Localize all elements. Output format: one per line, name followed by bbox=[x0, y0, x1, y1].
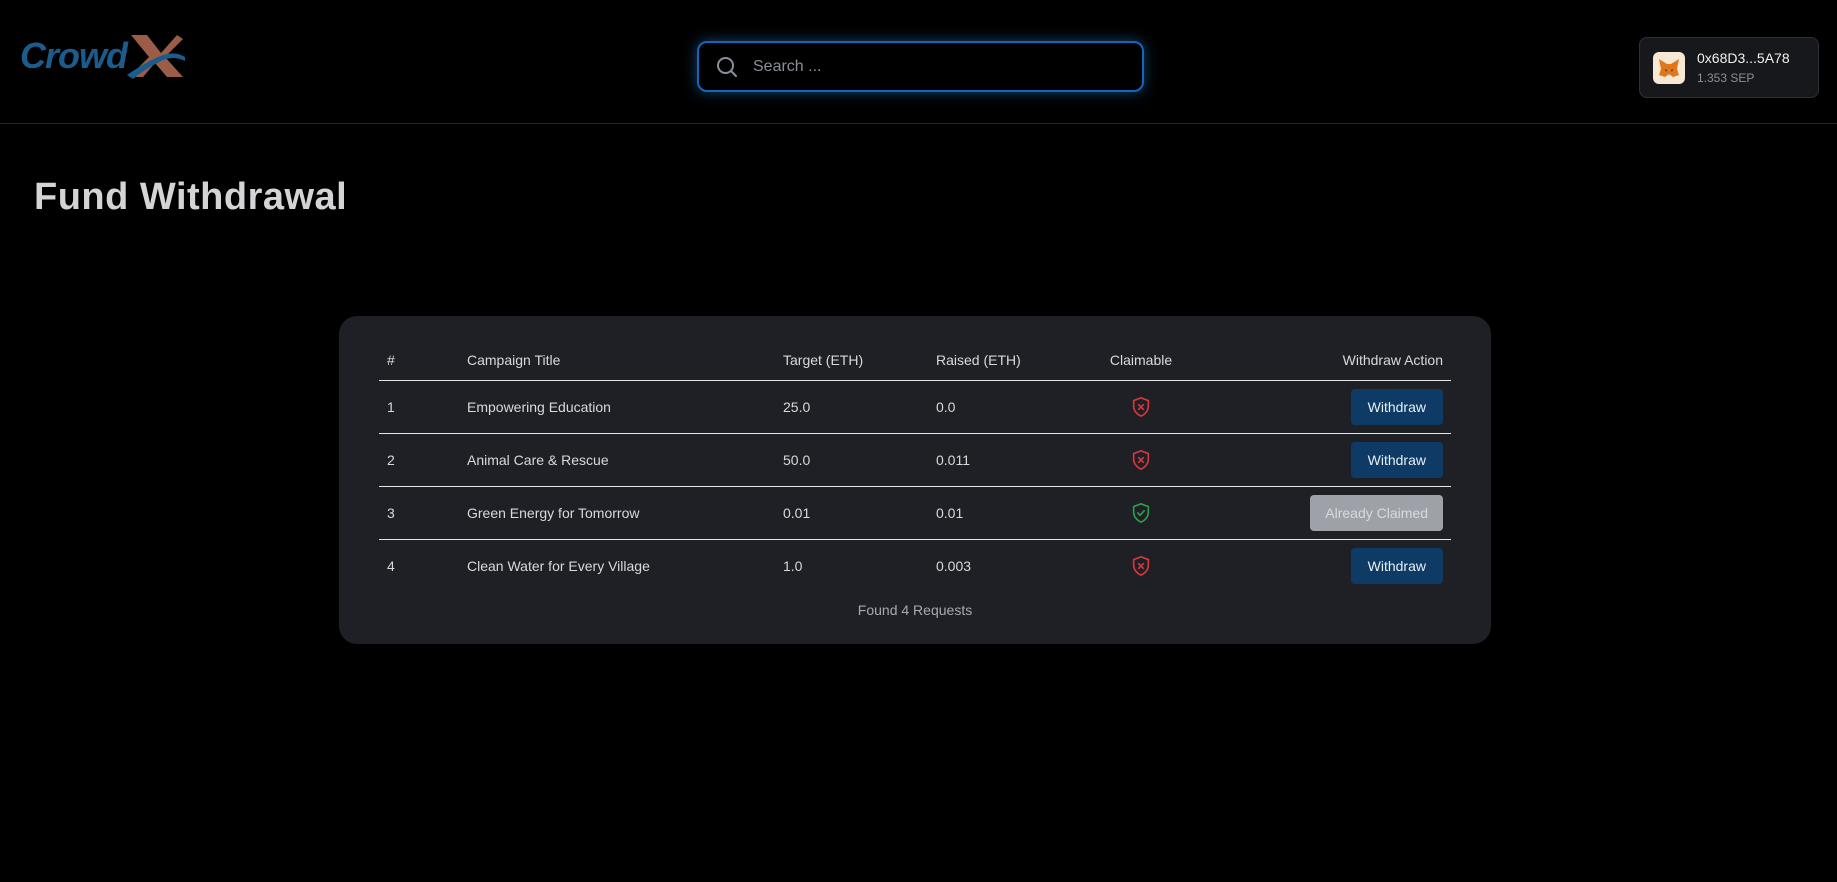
logo-text: Crowd bbox=[20, 35, 128, 76]
claimable-cell bbox=[1081, 380, 1201, 434]
target-value: 50.0 bbox=[775, 433, 928, 487]
wallet-address: 0x68D3...5A78 bbox=[1697, 50, 1790, 66]
action-cell: Already Claimed bbox=[1201, 486, 1451, 540]
row-number: 3 bbox=[379, 486, 459, 540]
wallet-button[interactable]: 0x68D3...5A78 1.353 SEP bbox=[1639, 37, 1819, 98]
row-number: 2 bbox=[379, 433, 459, 487]
campaign-title: Animal Care & Rescue bbox=[459, 433, 775, 487]
column-header-number: # bbox=[379, 340, 459, 381]
wallet-balance: 1.353 SEP bbox=[1697, 71, 1755, 85]
row-number: 1 bbox=[379, 380, 459, 434]
search-icon bbox=[717, 56, 737, 77]
claimable-cell bbox=[1081, 486, 1201, 540]
raised-value: 0.011 bbox=[928, 433, 1081, 487]
shield-x-icon bbox=[1132, 396, 1150, 417]
target-value: 25.0 bbox=[775, 380, 928, 434]
action-cell: Withdraw bbox=[1201, 433, 1451, 487]
raised-value: 0.003 bbox=[936, 557, 972, 574]
metamask-fox-icon bbox=[1653, 51, 1685, 84]
page-title: Fund Withdrawal bbox=[34, 176, 348, 218]
table-row: 2 Animal Care & Rescue 50.0 0.011 Withdr… bbox=[379, 433, 1451, 487]
raised-value: 0.0 bbox=[928, 380, 1081, 434]
table-row: 4 Clean Water for Every Village 1.0 0.00… bbox=[379, 539, 1451, 592]
results-count: Found 4 Requests bbox=[857, 602, 973, 618]
logo-x-mark bbox=[127, 35, 185, 79]
search-input[interactable] bbox=[751, 56, 1130, 77]
raised-value: 0.01 bbox=[928, 486, 1081, 540]
already-claimed-button[interactable]: Already Claimed bbox=[1310, 494, 1443, 531]
action-cell: Withdraw bbox=[1201, 539, 1451, 592]
column-header-title: Campaign Title bbox=[459, 340, 775, 381]
search-box[interactable] bbox=[697, 41, 1144, 92]
action-cell: Withdraw bbox=[1201, 380, 1451, 434]
withdrawal-card: # Campaign Title Target (ETH) Raised (ET… bbox=[339, 316, 1491, 644]
withdrawal-table: # Campaign Title Target (ETH) Raised (ET… bbox=[379, 340, 1451, 592]
target-value: 0.01 bbox=[775, 486, 928, 540]
row-number: 4 bbox=[387, 557, 395, 574]
logo[interactable]: Crowd bbox=[20, 30, 196, 82]
target-value: 1.0 bbox=[783, 557, 803, 574]
shield-check-icon bbox=[1132, 502, 1150, 523]
table-header-row: # Campaign Title Target (ETH) Raised (ET… bbox=[379, 340, 1451, 381]
table-row: 1 Empowering Education 25.0 0.0 Withdraw bbox=[379, 380, 1451, 434]
column-header-action: Withdraw Action bbox=[1201, 340, 1451, 381]
header: Crowd 0x68D3...5A78 1.353 SEP bbox=[0, 0, 1837, 124]
claimable-cell bbox=[1081, 433, 1201, 487]
table-row: 3 Green Energy for Tomorrow 0.01 0.01 Al… bbox=[379, 486, 1451, 540]
claimable-cell bbox=[1081, 539, 1201, 592]
column-header-claimable: Claimable bbox=[1081, 340, 1201, 381]
campaign-title: Green Energy for Tomorrow bbox=[459, 486, 775, 540]
withdraw-button[interactable]: Withdraw bbox=[1350, 547, 1443, 584]
column-header-raised: Raised (ETH) bbox=[928, 340, 1081, 381]
campaign-title: Clean Water for Every Village bbox=[467, 557, 650, 574]
shield-x-icon bbox=[1132, 555, 1150, 576]
withdraw-button[interactable]: Withdraw bbox=[1350, 388, 1443, 425]
column-header-target: Target (ETH) bbox=[775, 340, 928, 381]
wallet-info: 0x68D3...5A78 1.353 SEP bbox=[1697, 50, 1790, 85]
withdraw-button[interactable]: Withdraw bbox=[1350, 441, 1443, 478]
campaign-title: Empowering Education bbox=[459, 380, 775, 434]
shield-x-icon bbox=[1132, 449, 1150, 470]
